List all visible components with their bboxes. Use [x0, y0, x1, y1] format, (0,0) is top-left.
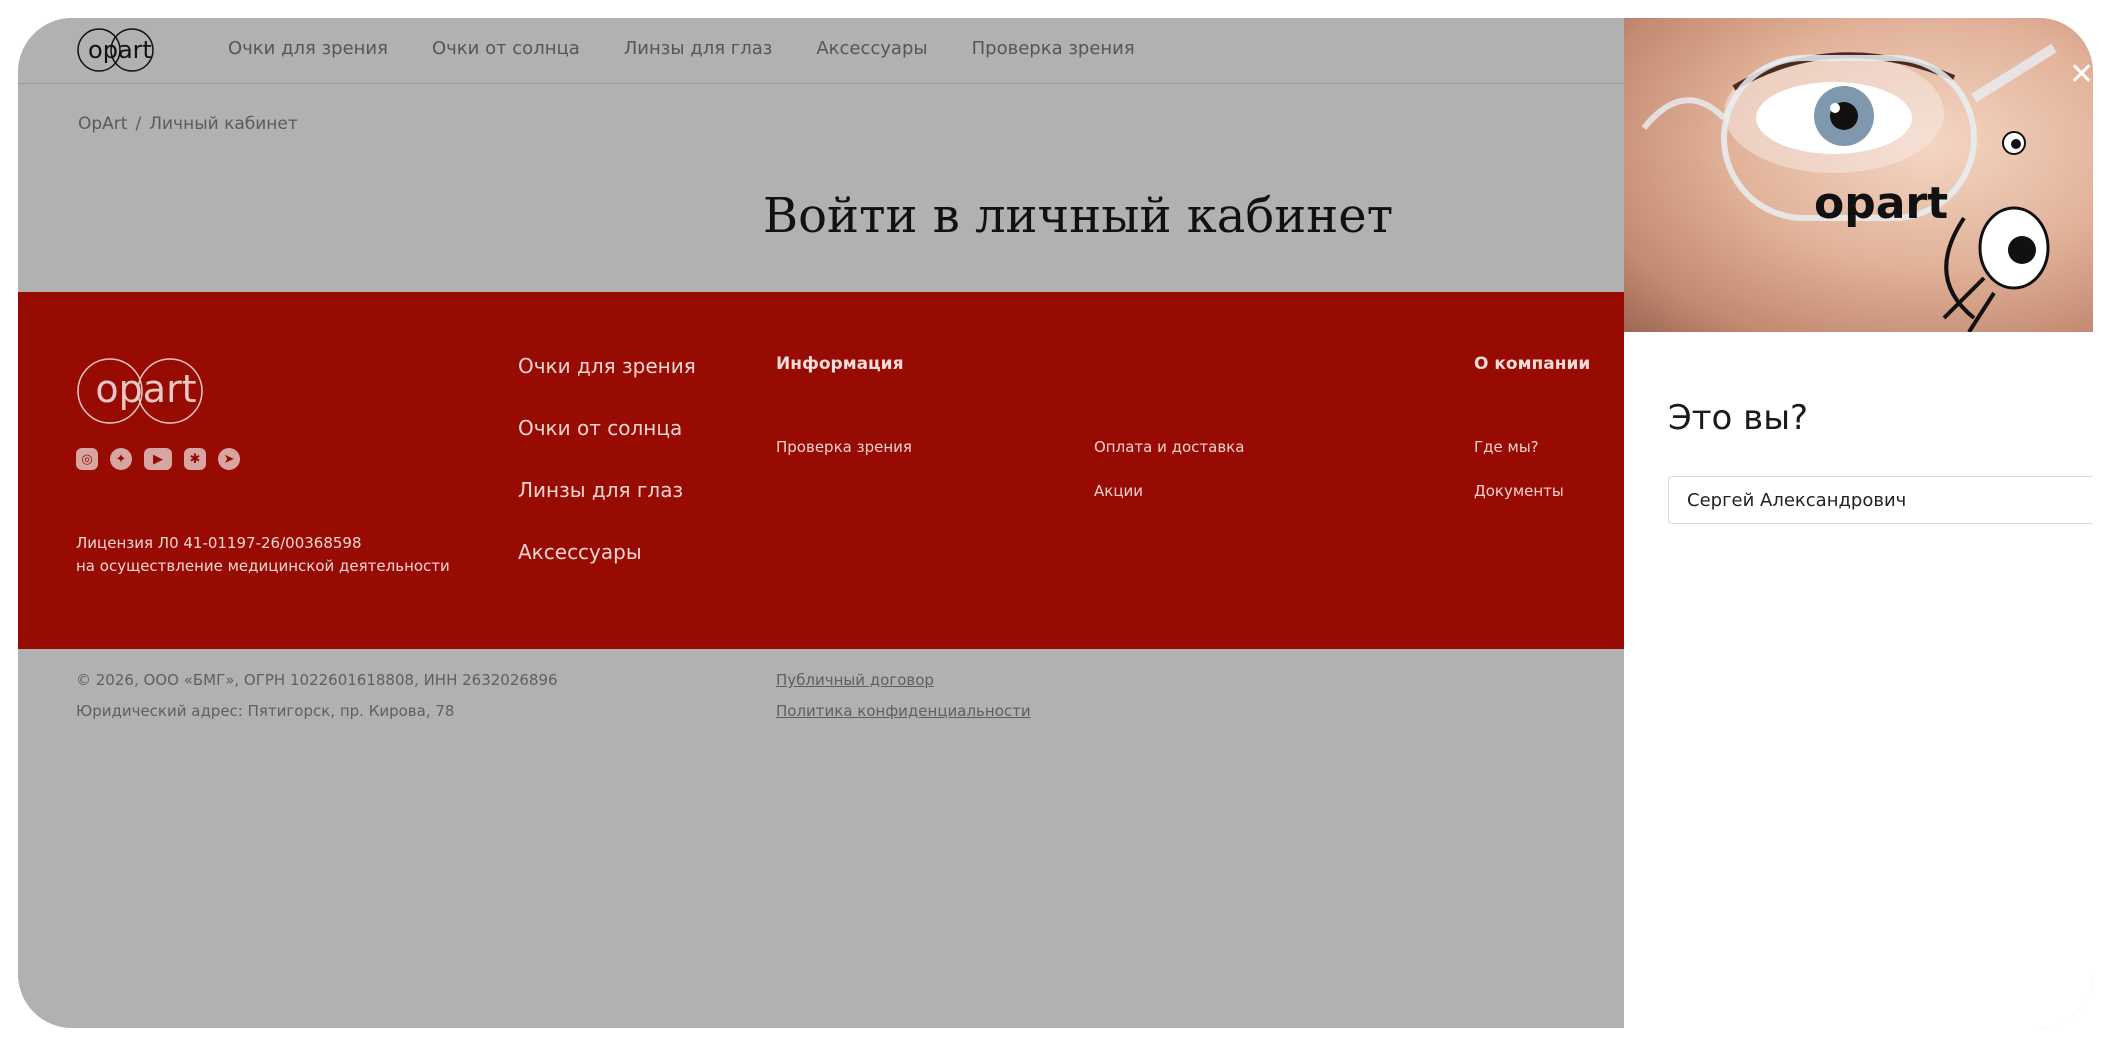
nav-item-sunglasses[interactable]: Очки от солнца [432, 38, 580, 59]
legal-info: © 2026, ООО «БМГ», ОГРН 1022601618808, И… [76, 665, 558, 727]
footer-link-sunglasses[interactable]: Очки от солнца [518, 416, 696, 440]
youtube-icon[interactable]: ▶ [144, 448, 172, 470]
footer-link-promotions[interactable]: Акции [1094, 482, 1143, 500]
instagram-icon[interactable]: ◎ [76, 448, 98, 470]
vk-icon[interactable]: ✱ [184, 448, 206, 470]
footer-link-where[interactable]: Где мы? [1474, 438, 1539, 456]
footer-company-title: О компании [1474, 354, 1591, 374]
breadcrumb-current: Личный кабинет [149, 114, 298, 134]
main-nav: Очки для зрения Очки от солнца Линзы для… [228, 38, 1179, 59]
footer-logo[interactable]: opart [76, 356, 216, 426]
breadcrumb: OpArt / Личный кабинет [78, 114, 298, 134]
site-header: opart Очки для зрения Очки от солнца Лин… [18, 18, 1624, 84]
nav-item-glasses[interactable]: Очки для зрения [228, 38, 388, 59]
svg-text:opart: opart [88, 36, 152, 64]
breadcrumb-separator: / [135, 114, 142, 134]
license-text: Лицензия Л0 41-01197-26/00368598 на осущ… [76, 532, 450, 578]
footer-link-documents[interactable]: Документы [1474, 482, 1564, 500]
footer-info-title: Информация [776, 354, 904, 374]
license-line: Лицензия Л0 41-01197-26/00368598 [76, 534, 362, 552]
privacy-policy-link[interactable]: Политика конфиденциальности [776, 696, 1031, 727]
social-links: ◎ ✦ ▶ ✱ ➤ [76, 448, 240, 470]
panel-title: Это вы? [1668, 398, 1809, 438]
footer-link-payment[interactable]: Оплата и доставка [1094, 438, 1244, 456]
footer-link-lenses[interactable]: Линзы для глаз [518, 478, 696, 502]
hero-image: opart ✕ [1624, 18, 2093, 332]
address-text: Юридический адрес: Пятигорск, пр. Кирова… [76, 702, 455, 720]
footer: opart ◎ ✦ ▶ ✱ ➤ Лицензия Л0 41-01197-26/… [18, 292, 1624, 649]
public-contract-link[interactable]: Публичный договор [776, 665, 1031, 696]
telegram-icon[interactable]: ➤ [218, 448, 240, 470]
page-dimmed: opart Очки для зрения Очки от солнца Лин… [18, 18, 1624, 1028]
name-field[interactable] [1668, 476, 2093, 524]
close-icon[interactable]: ✕ [2069, 60, 2093, 90]
footer-link-glasses[interactable]: Очки для зрения [518, 354, 696, 378]
nav-item-lenses[interactable]: Линзы для глаз [624, 38, 773, 59]
nav-item-accessories[interactable]: Аксессуары [816, 38, 927, 59]
footer-link-accessories[interactable]: Аксессуары [518, 540, 696, 564]
hero-illustration: opart [1641, 43, 2057, 332]
svg-text:opart: opart [95, 367, 196, 411]
license-line: на осуществление медицинской деятельност… [76, 557, 450, 575]
identity-panel: opart ✕ Это вы? [1624, 18, 2093, 1028]
footer-main-links: Очки для зрения Очки от солнца Линзы для… [518, 354, 696, 602]
star-icon[interactable]: ✦ [110, 448, 132, 470]
footer-link-eye-test[interactable]: Проверка зрения [776, 438, 912, 456]
opart-logo[interactable]: opart [76, 27, 164, 73]
copyright-text: © 2026, ООО «БМГ», ОГРН 1022601618808, И… [76, 671, 558, 689]
svg-text:opart: opart [1814, 178, 1948, 229]
nav-item-eye-test[interactable]: Проверка зрения [972, 38, 1135, 59]
breadcrumb-home[interactable]: OpArt [78, 114, 127, 134]
legal-links: Публичный договор Политика конфиденциаль… [776, 665, 1031, 727]
browser-frame: opart Очки для зрения Очки от солнца Лин… [18, 18, 2093, 1028]
